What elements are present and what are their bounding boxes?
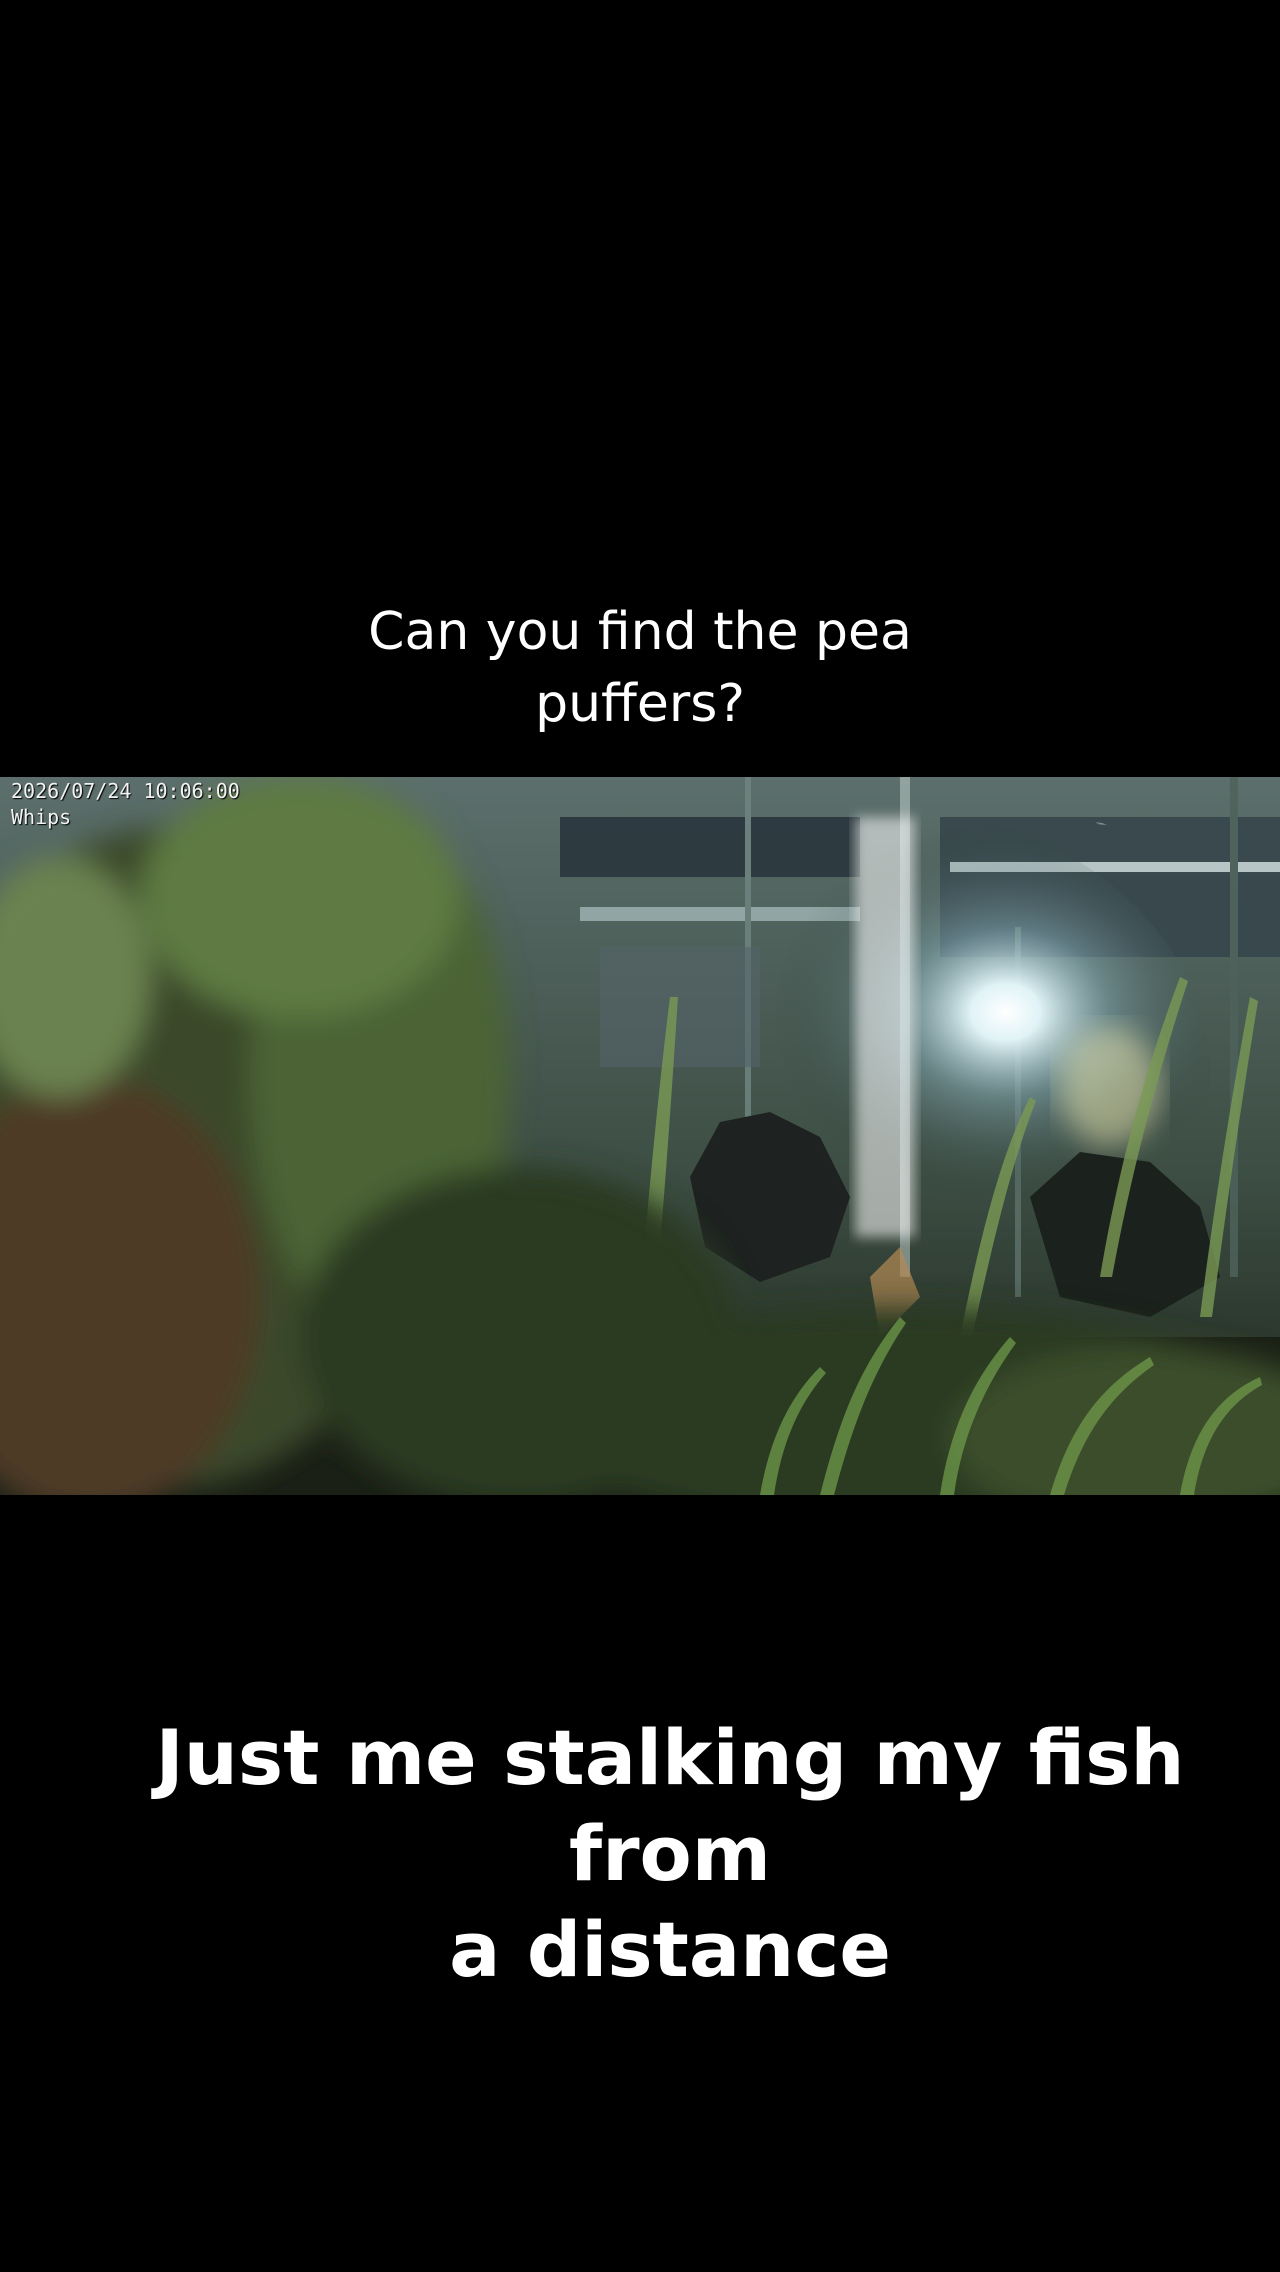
bottom-caption-line-2: a distance bbox=[449, 1905, 891, 1994]
top-caption-line-2: puffers? bbox=[535, 674, 745, 734]
bottom-caption: Just me stalking my fish from a distance bbox=[90, 1710, 1250, 1998]
bottom-caption-line-1: Just me stalking my fish from bbox=[155, 1713, 1185, 1898]
aquarium-camera-frame bbox=[0, 777, 1280, 1495]
camera-name-label: Whips bbox=[11, 805, 72, 829]
aquarium-scene bbox=[0, 777, 1280, 1495]
top-caption-line-1: Can you find the pea bbox=[368, 602, 912, 662]
top-caption: Can you find the pea puffers? bbox=[240, 596, 1040, 740]
camera-timestamp: 2026/07/24 10:06:00 bbox=[11, 779, 240, 803]
camera-osd: 2026/07/24 10:06:00 Whips bbox=[11, 778, 240, 830]
